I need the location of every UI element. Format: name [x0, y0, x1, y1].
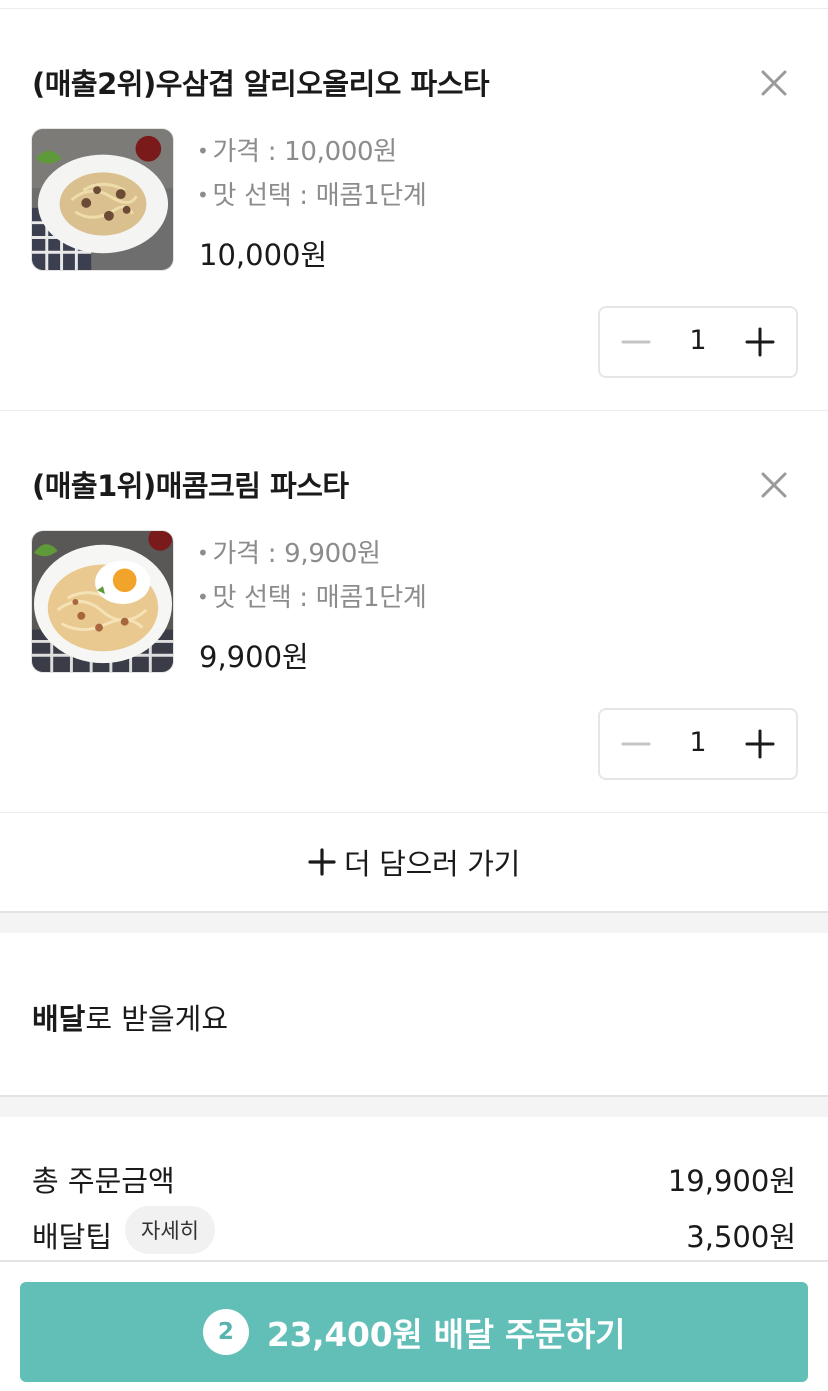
- total-amount-value: 19,900원: [667, 1164, 796, 1198]
- delivery-tip-label: 배달팁: [32, 1220, 113, 1254]
- order-button-label: 23,400원 배달 주문하기: [266, 1315, 626, 1354]
- cart-item: (매출1위)매콤크림 파스타 • 가격 : 9,900원 • 맛 선택 : 매콤1단…: [0, 411, 828, 813]
- price-option: • 가격 : 9,900원: [197, 539, 381, 569]
- item-count-badge: 2: [202, 1309, 249, 1355]
- minus-icon: [621, 742, 651, 746]
- taste-option: • 맛 선택 : 매콤1단계: [197, 583, 427, 613]
- section-divider: [0, 1095, 828, 1117]
- decrease-button[interactable]: [618, 324, 654, 360]
- price-option: • 가격 : 10,000원: [197, 137, 397, 167]
- add-more-button[interactable]: 더 담으러 가기: [0, 813, 828, 911]
- item-thumbnail: [31, 530, 174, 673]
- plus-icon: [745, 729, 775, 759]
- section-divider: [0, 911, 828, 933]
- close-icon: [761, 70, 787, 96]
- delivery-method-text: 배달로 받을게요: [32, 1002, 228, 1036]
- cart-item: (매출2위)우삼겹 알리오올리오 파스타 • 가격 : 10,000원 • 맛 선택…: [0, 9, 828, 411]
- taste-option: • 맛 선택 : 매콤1단계: [197, 181, 427, 211]
- quantity-value: 1: [689, 325, 707, 356]
- plus-icon: [745, 327, 775, 357]
- quantity-value: 1: [689, 727, 707, 758]
- order-summary: 총 주문금액 19,900원 배달팁 자세히 3,500원: [0, 1117, 828, 1262]
- total-amount-row: 총 주문금액 19,900원: [32, 1158, 796, 1198]
- minus-icon: [621, 340, 651, 344]
- remove-item-button[interactable]: [756, 467, 792, 503]
- item-total-price: 9,900원: [199, 640, 309, 674]
- delivery-method-section[interactable]: 배달로 받을게요: [0, 933, 828, 1095]
- plus-icon: [308, 848, 336, 876]
- quantity-stepper: 1: [598, 708, 798, 780]
- bottom-order-bar: 2 23,400원 배달 주문하기: [0, 1260, 828, 1391]
- close-icon: [761, 472, 787, 498]
- delivery-tip-detail-button[interactable]: 자세히: [125, 1206, 215, 1254]
- delivery-tip-row: 배달팁 자세히 3,500원: [32, 1206, 796, 1254]
- order-button[interactable]: 2 23,400원 배달 주문하기: [20, 1282, 808, 1382]
- item-thumbnail: [31, 128, 174, 271]
- add-more-label: 더 담으러 가기: [343, 847, 521, 881]
- remove-item-button[interactable]: [756, 65, 792, 101]
- item-total-price: 10,000원: [199, 238, 328, 272]
- increase-button[interactable]: [742, 324, 778, 360]
- total-amount-label: 총 주문금액: [32, 1164, 175, 1198]
- item-name: (매출2위)우삼겹 알리오올리오 파스타: [32, 67, 490, 101]
- pasta-aglio-olio-image: [32, 129, 173, 270]
- delivery-tip-value: 3,500원: [686, 1220, 796, 1254]
- cream-pasta-image: [32, 531, 173, 672]
- item-name: (매출1위)매콤크림 파스타: [32, 469, 349, 503]
- decrease-button[interactable]: [618, 726, 654, 762]
- increase-button[interactable]: [742, 726, 778, 762]
- quantity-stepper: 1: [598, 306, 798, 378]
